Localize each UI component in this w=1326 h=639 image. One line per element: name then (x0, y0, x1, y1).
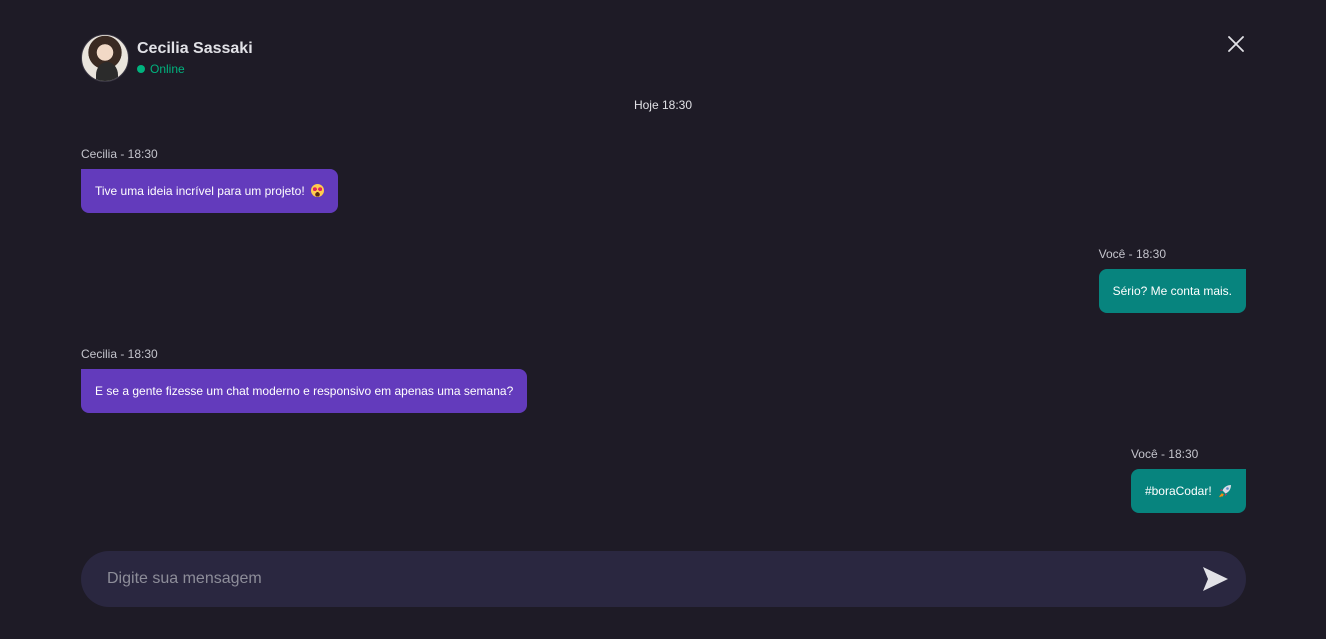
contact-name: Cecilia Sassaki (137, 40, 253, 57)
message-input[interactable] (105, 569, 1199, 589)
status-indicator: Online (137, 61, 253, 77)
message-meta: Você - 18:30 (1130, 447, 1199, 461)
message-meta: Cecilia - 18:30 (81, 147, 158, 161)
message-received: Cecilia - 18:30 E se a gente fizesse um … (81, 347, 528, 413)
rocket-emoji-icon (1219, 485, 1231, 498)
status-text: Online (150, 62, 185, 76)
message-text: Tive uma ideia incrível para um projeto! (95, 184, 308, 198)
close-button[interactable] (1224, 32, 1248, 56)
online-dot-icon (137, 65, 145, 73)
chat-window: Cecilia Sassaki Online Hoje 18:30 Cecili… (0, 0, 1326, 639)
message-bubble: #boraCodar! (1130, 469, 1246, 513)
message-bubble: E se a gente fizesse um chat moderno e r… (81, 369, 528, 413)
message-bubble: Tive uma ideia incrível para um projeto! (81, 169, 338, 213)
close-icon (1228, 36, 1244, 52)
message-meta: Você - 18:30 (1098, 247, 1166, 261)
avatar[interactable] (81, 34, 129, 82)
send-icon (1203, 567, 1228, 591)
message-received: Cecilia - 18:30 Tive uma ideia incrível … (81, 147, 338, 213)
heart-eyes-emoji-icon (310, 184, 324, 197)
contact-info: Cecilia Sassaki Online (137, 39, 253, 77)
date-divider: Hoje 18:30 (633, 98, 693, 112)
message-text: #boraCodar! (1144, 484, 1215, 498)
send-button[interactable] (1199, 563, 1231, 595)
chat-header: Cecilia Sassaki Online (81, 34, 253, 82)
message-meta: Cecilia - 18:30 (81, 347, 158, 361)
message-sent: Você - 18:30 Sério? Me conta mais. (1098, 247, 1246, 313)
message-sent: Você - 18:30 #boraCodar! (1130, 447, 1246, 513)
message-composer (81, 551, 1246, 607)
message-bubble: Sério? Me conta mais. (1098, 269, 1246, 313)
